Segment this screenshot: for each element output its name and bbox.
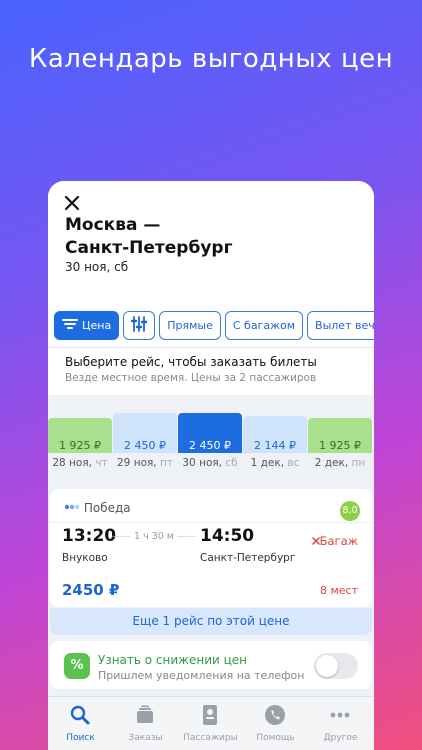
tab-passengers-label: Пассажиры	[183, 733, 238, 743]
rating-badge: 8,0	[340, 501, 360, 521]
calendar-day-weekday: пт	[160, 457, 173, 469]
filter-bar: Цена ПрямыеС багажомВылет вечер	[54, 311, 374, 341]
duration-text: 1 ч 30 м	[134, 531, 174, 542]
filter-evening-button[interactable]: Вылет вечер	[307, 311, 374, 340]
airline-name: Победа	[83, 501, 131, 515]
info-title: Выберите рейс, чтобы заказать билеты	[65, 355, 317, 369]
calendar-day-label: 29 ноя, пт	[113, 457, 177, 469]
filter-direct-button[interactable]: Прямые	[159, 311, 221, 340]
tab-help[interactable]: Помощь	[243, 697, 308, 750]
calendar-day-date: 30 ноя,	[182, 457, 223, 469]
route-title: Москва — Санкт-Петербург	[65, 214, 232, 260]
more-flights-button[interactable]: Еще 1 рейс по этой цене	[50, 608, 372, 635]
orders-icon	[137, 705, 153, 723]
tab-bar: Поиск Заказы Пассажиры Помощь Другое	[48, 696, 374, 750]
calendar-day-weekday: вс	[287, 457, 300, 469]
price-alert-panel: % Узнать о снижении цен Пришлем уведомле…	[50, 641, 372, 689]
calendar-day-label: 28 ноя, чт	[48, 457, 112, 469]
calendar-day-label: 1 дек, вс	[243, 457, 307, 469]
calendar-day-date: 2 дек,	[314, 457, 349, 469]
price-alert-toggle[interactable]	[314, 653, 358, 679]
travel-date: 30 ноя, сб	[65, 260, 129, 274]
baggage-status: Багаж	[311, 534, 358, 548]
tab-search-label: Поиск	[66, 733, 95, 743]
tab-orders-label: Заказы	[128, 733, 163, 743]
arrival-time: 14:50	[200, 526, 255, 546]
calendar-day-weekday: чт	[95, 457, 108, 469]
seats-left: 8 мест	[319, 584, 358, 597]
filter-baggage-button[interactable]: С багажом	[224, 311, 304, 340]
calendar-day-price: 2 450 ₽	[189, 439, 231, 452]
calendar-day-price: 2 144 ₽	[254, 439, 296, 452]
calendar-day[interactable]: 2 450 ₽ 30 ноя, сб	[178, 413, 242, 471]
phone-icon	[265, 705, 285, 725]
toggle-knob	[316, 655, 338, 677]
departure-airport: Внуково	[62, 552, 108, 564]
cross-icon	[311, 537, 320, 545]
sliders-icon	[131, 316, 148, 332]
calendar-day-date: 29 ноя,	[117, 457, 157, 469]
tab-other[interactable]: Другое	[308, 697, 373, 750]
price-alert-subtitle: Пришлем уведомления на телефон	[98, 669, 305, 682]
app-screen: Москва — Санкт-Петербург 30 ноя, сб Цена…	[48, 181, 374, 750]
airline-logo-icon	[64, 504, 80, 510]
calendar-day-label: 30 ноя, сб	[178, 457, 242, 469]
tab-orders[interactable]: Заказы	[113, 697, 178, 750]
filter-settings-button[interactable]	[123, 311, 156, 340]
price-calendar: 1 925 ₽28 ноя, чт 2 450 ₽29 ноя, пт 2 450 …	[48, 413, 374, 471]
route-origin: Москва —	[65, 215, 161, 235]
filter-price-label: Цена	[82, 319, 112, 332]
sort-lines-icon	[62, 319, 78, 329]
tab-search[interactable]: Поиск	[48, 697, 113, 750]
baggage-label: Багаж	[319, 534, 358, 548]
calendar-day[interactable]: 2 144 ₽ 1 дек, вс	[243, 413, 307, 471]
price-alert-title[interactable]: Узнать о снижении цен	[98, 653, 247, 667]
tab-other-label: Другое	[323, 733, 358, 743]
calendar-day-date: 28 ноя,	[52, 457, 92, 469]
airline: Победа	[64, 501, 131, 515]
close-icon[interactable]	[62, 193, 82, 213]
calendar-day[interactable]: 1 925 ₽ 28 ноя, чт	[48, 413, 112, 471]
passenger-icon	[203, 705, 217, 725]
calendar-day-price: 1 925 ₽	[59, 439, 101, 452]
flight-price: 2450 ₽	[62, 581, 120, 599]
flight-card[interactable]: Победа 8,0 13:20 —— 1 ч 30 м —— 14:50 Вн…	[50, 489, 372, 607]
search-icon	[70, 705, 90, 725]
percent-icon: %	[64, 653, 90, 679]
promo-title: Календарь выгодных цен	[28, 44, 394, 74]
arrival-city: Санкт-Петербург	[200, 552, 296, 564]
calendar-day-weekday: пн	[351, 457, 366, 469]
more-icon	[330, 712, 350, 718]
flight-duration: —— 1 ч 30 м ——	[111, 531, 197, 542]
route-destination: Санкт-Петербург	[65, 238, 233, 258]
calendar-day[interactable]: 2 450 ₽ 29 ноя, пт	[113, 413, 177, 471]
calendar-day-price: 2 450 ₽	[124, 439, 166, 452]
calendar-day[interactable]: 1 925 ₽ 2 дек, пн	[308, 413, 372, 471]
tab-passengers[interactable]: Пассажиры	[178, 697, 243, 750]
card-divider	[50, 522, 372, 523]
departure-time: 13:20	[62, 526, 117, 546]
calendar-day-weekday: сб	[225, 457, 238, 469]
calendar-day-price: 1 925 ₽	[319, 439, 361, 452]
calendar-day-date: 1 дек,	[250, 457, 285, 469]
filter-price-button[interactable]: Цена	[54, 311, 120, 340]
calendar-day-label: 2 дек, пн	[308, 457, 372, 469]
info-note: Везде местное время. Цены за 2 пассажиро…	[65, 372, 317, 384]
tab-help-label: Помощь	[256, 733, 295, 743]
